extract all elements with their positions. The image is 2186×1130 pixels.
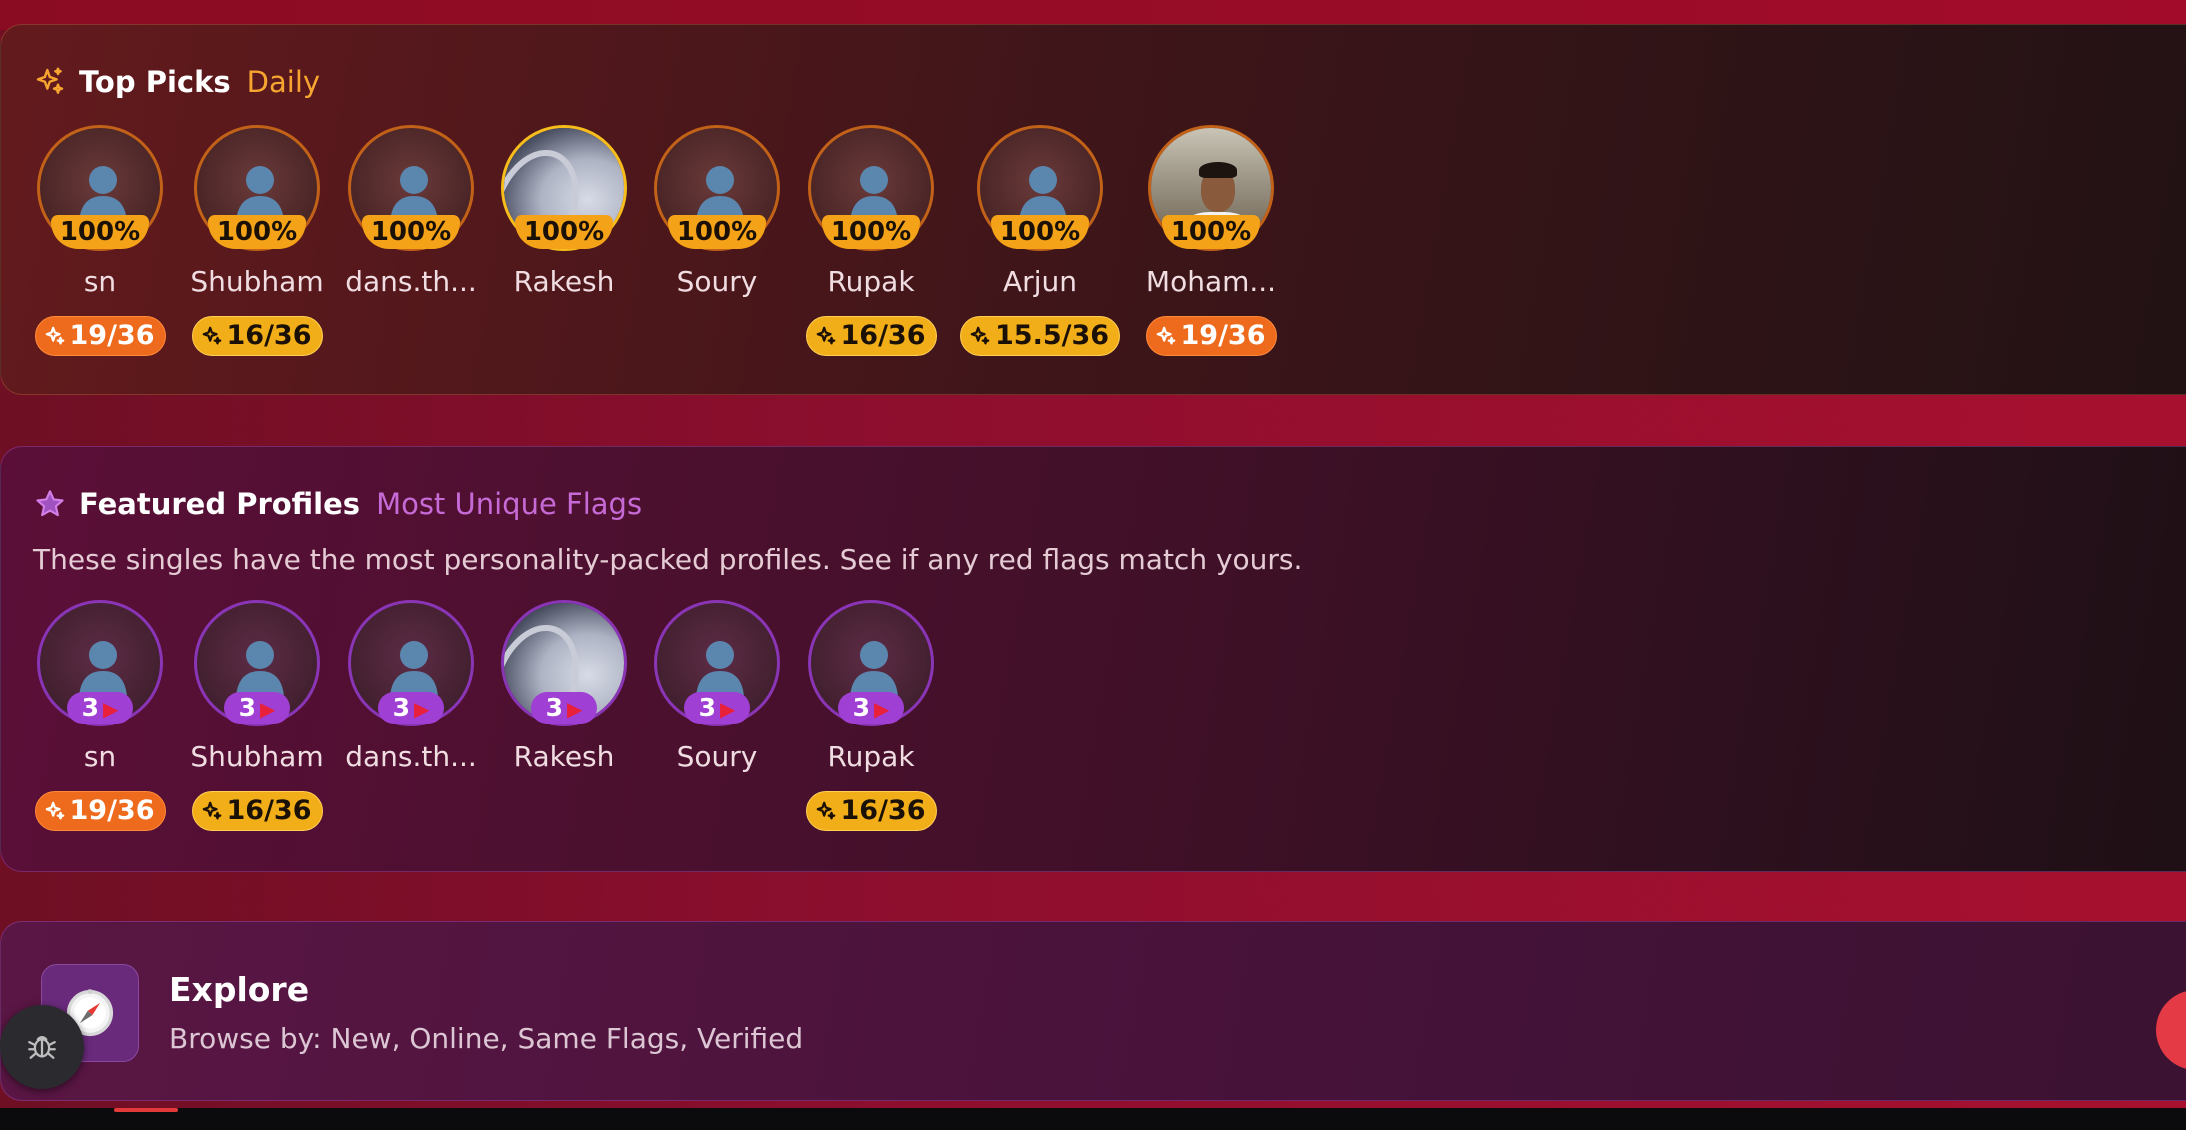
flag-count-badge: 3 ▶ [378,692,444,724]
flag-count-badge: 3 ▶ [838,692,904,724]
person-placeholder-icon [73,160,133,226]
top-picks-subtitle: Daily [246,65,321,99]
sparkle-icon [969,325,991,347]
featured-subtitle: Most Unique Flags [376,487,643,521]
profile-card[interactable]: 100% Rupak 16/36 [791,125,951,365]
active-tab-indicator [114,1108,178,1112]
compatibility-score-badge: 16/36 [805,316,937,356]
profile-card[interactable]: 3 ▶ Soury [637,600,797,840]
star-icon [33,487,67,521]
profile-name: Shubham [190,740,324,773]
person-placeholder-icon [230,160,290,226]
top-picks-title: Top Picks [79,65,231,99]
person-placeholder-icon [384,160,444,226]
compatibility-score-badge: 16/36 [805,791,937,831]
debug-button[interactable] [0,1005,84,1089]
red-flag-icon: ▶ [414,697,430,721]
profile-card[interactable]: 3 ▶ sn 19/36 [20,600,180,840]
profile-avatar [977,125,1103,251]
profile-card[interactable]: 3 ▶ dans.th... [331,600,491,840]
profile-card[interactable]: 100% dans.th... [331,125,491,365]
bottom-bar [0,1108,2186,1130]
profile-card[interactable]: 100% Moham... 19/36 [1131,125,1291,365]
profile-avatar [501,125,627,251]
profile-card[interactable]: 100% Shubham 16/36 [177,125,337,365]
profile-name: Soury [676,265,758,298]
profile-name: Soury [676,740,758,773]
red-flag-icon: ▶ [103,697,119,721]
profile-name: Rakesh [513,740,615,773]
profile-card[interactable]: 100% Arjun 15.5/36 [960,125,1121,365]
compatibility-score-badge: 16/36 [191,316,323,356]
profile-name: dans.th... [345,265,477,298]
flag-count-badge: 3 ▶ [531,692,597,724]
bug-icon [25,1028,59,1066]
person-placeholder-icon [1013,160,1073,226]
top-picks-header: Top Picks Daily [33,61,320,103]
profile-photo [1151,128,1271,248]
profile-name: sn [83,740,117,773]
sparkle-icon [1155,325,1177,347]
profile-name: sn [83,265,117,298]
profile-photo [504,128,624,248]
sparkle-icon [201,325,223,347]
compatibility-score-badge: 19/36 [34,791,166,831]
profile-avatar [1148,125,1274,251]
profile-name: Shubham [190,265,324,298]
profile-card[interactable]: 3 ▶ Rakesh [484,600,644,840]
explore-card[interactable]: Explore Browse by: New, Online, Same Fla… [0,921,2186,1101]
featured-description: These singles have the most personality-… [33,543,1303,576]
top-picks-panel: Top Picks Daily 100% sn 19/36 100% Shubham 16… [0,24,2186,395]
flag-count-badge: 3 ▶ [224,692,290,724]
profile-name: Moham... [1145,265,1277,298]
profile-avatar [654,125,780,251]
compatibility-score-badge: 19/36 [34,316,166,356]
flag-count-badge: 3 ▶ [67,692,133,724]
person-placeholder-icon [690,160,750,226]
featured-title: Featured Profiles [79,487,361,521]
profile-avatar [194,125,320,251]
profile-name: dans.th... [345,740,477,773]
profile-card[interactable]: 100% sn 19/36 [20,125,180,365]
profile-card[interactable]: 3 ▶ Shubham 16/36 [177,600,337,840]
compatibility-score-badge: 15.5/36 [960,316,1121,356]
explore-subtitle: Browse by: New, Online, Same Flags, Veri… [169,1022,804,1055]
compatibility-score-badge: 19/36 [1145,316,1277,356]
profile-card[interactable]: 100% Rakesh [484,125,644,365]
sparkle-icon [815,800,837,822]
profile-avatar [808,125,934,251]
red-flag-icon: ▶ [260,697,276,721]
profile-avatar [348,125,474,251]
sparkle-icon [815,325,837,347]
profile-card[interactable]: 100% Soury [637,125,797,365]
profile-name: Rupak [827,265,915,298]
sparkle-icon [44,800,66,822]
red-flag-icon: ▶ [874,697,890,721]
profile-name: Rakesh [513,265,615,298]
sparkle-icon [44,325,66,347]
flag-count-badge: 3 ▶ [684,692,750,724]
red-flag-icon: ▶ [720,697,736,721]
sparkle-icon [33,65,67,99]
profile-card[interactable]: 3 ▶ Rupak 16/36 [791,600,951,840]
featured-header: Featured Profiles Most Unique Flags [33,483,642,525]
sparkle-icon [201,800,223,822]
compatibility-score-badge: 16/36 [191,791,323,831]
explore-title: Explore [169,970,310,1009]
red-flag-icon: ▶ [567,697,583,721]
person-placeholder-icon [844,160,904,226]
profile-name: Arjun [1003,265,1077,298]
featured-profiles-panel: Featured Profiles Most Unique Flags Thes… [0,446,2186,872]
profile-avatar [37,125,163,251]
profile-name: Rupak [827,740,915,773]
